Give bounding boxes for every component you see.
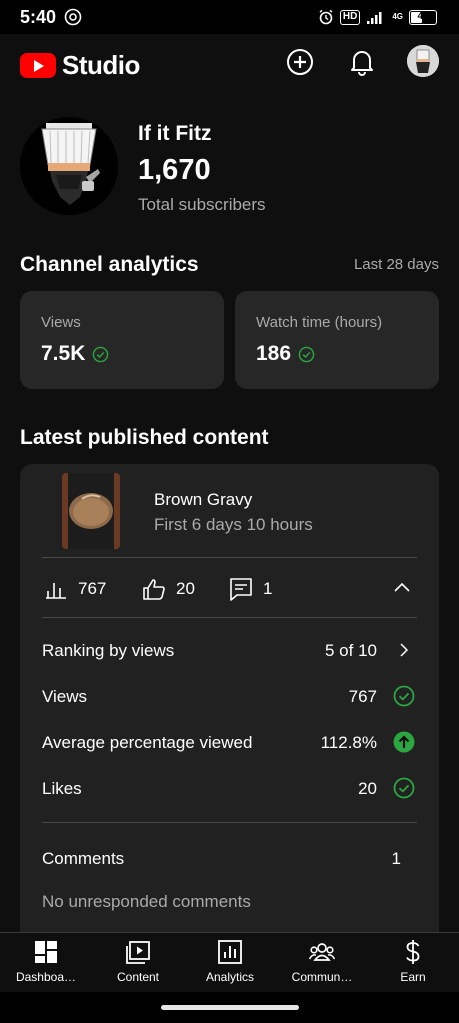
add-circle-icon [287,49,313,75]
video-title[interactable]: Brown Gravy [154,490,252,510]
analytics-range: Last 28 days [353,256,439,273]
divider [42,557,417,558]
battery-level: 42 [417,10,429,22]
video-comments-stat: 1 [229,576,272,602]
likes-row: Likes 20 [42,776,417,802]
arrow-up-circle-icon [393,731,415,753]
comments-label: Comments [42,849,125,868]
comment-icon [230,578,252,601]
views-label: Views [42,687,88,706]
check-circle-icon [393,685,415,707]
thumbs-up-icon [143,579,165,600]
nav-community[interactable]: Commun… [276,939,368,991]
subscriber-label: Total subscribers [138,195,266,214]
nav-analytics-label: Analytics [205,970,255,984]
nav-dashboard[interactable]: Dashboa… [0,939,92,991]
battery-icon: 42 [409,9,437,25]
logo-text: Studio [62,50,140,80]
watch-time-card[interactable]: Watch time (hours) 186 [235,291,439,389]
community-icon [309,943,335,961]
status-icons: HD 4G 42 [318,8,437,26]
check-circle-icon [93,346,109,362]
views-card-label: Views [41,314,81,331]
comments-row[interactable]: Comments 1 [42,846,417,872]
subscriber-count: 1,670 [138,154,211,186]
chevron-right-icon [400,643,409,657]
ranking-value: 5 of 10 [325,641,377,660]
video-likes-stat: 20 [142,576,195,602]
youtube-play-icon [20,53,56,78]
avg-percentage-label: Average percentage viewed [42,733,253,752]
bell-icon [351,51,373,76]
notifications-button[interactable] [346,46,378,78]
status-bar: 5:40 HD 4G 42 [0,0,459,34]
nav-earn-label: Earn [400,970,426,984]
analytics-icon [218,940,242,964]
avg-percentage-value: 112.8% [320,733,377,752]
no-unresponded-comments: No unresponded comments [42,892,251,911]
video-thumbnail[interactable] [62,473,120,549]
signal-icon [367,12,382,24]
likes-value: 20 [358,779,377,798]
divider [42,617,417,618]
network-type: 4G [392,12,403,21]
latest-content-title: Latest published content [20,426,269,449]
earn-icon [406,940,420,964]
nav-content-label: Content [116,970,160,984]
chevron-up-icon[interactable] [392,578,412,598]
ranking-row[interactable]: Ranking by views 5 of 10 [42,638,417,664]
account-avatar[interactable] [407,45,439,77]
status-time: 5:40 [20,7,57,27]
divider [42,822,417,823]
studio-logo[interactable]: Studio [20,50,140,81]
channel-name: If it Fitz [138,122,212,145]
alarm-icon [319,9,333,25]
bar-chart-icon [46,583,66,599]
check-circle-icon [393,777,415,799]
comments-value: 1 [391,849,401,868]
nav-analytics[interactable]: Analytics [184,939,276,991]
nav-content[interactable]: Content [92,939,184,991]
nav-earn[interactable]: Earn [367,939,459,991]
avg-percentage-row: Average percentage viewed 112.8% [42,730,417,756]
video-views-count: 767 [78,579,107,598]
video-period: First 6 days 10 hours [154,515,313,534]
ranking-label: Ranking by views [42,641,175,660]
home-indicator[interactable] [161,1005,299,1010]
video-likes-count: 20 [176,579,195,598]
check-circle-icon [298,346,315,362]
analytics-title: Channel analytics [20,253,199,276]
latest-content-card: Brown Gravy First 6 days 10 hours 767 20… [20,464,439,932]
chef-avatar-icon [20,117,118,215]
watch-time-card-value: 186 [256,342,292,365]
video-comments-count: 1 [263,579,273,598]
app-bar: Studio [0,34,459,90]
bottom-nav: Dashboa… Content Analytics Commun… Earn [0,932,459,992]
channel-avatar[interactable] [20,117,118,215]
nav-community-label: Commun… [291,970,353,984]
views-value: 767 [348,687,377,706]
at-sign-icon [64,8,82,26]
views-card-value: 7.5K [41,342,86,365]
views-row: Views 767 [42,684,417,710]
gravy-thumbnail-image [62,473,120,549]
views-card[interactable]: Views 7.5K [20,291,224,389]
video-views-stat: 767 [46,576,106,602]
hd-badge: HD [339,9,361,25]
create-button[interactable] [284,46,316,78]
chef-avatar-icon [407,45,439,77]
content-icon [126,941,150,964]
likes-label: Likes [42,779,82,798]
nav-dashboard-label: Dashboa… [15,970,77,984]
dashboard-icon [35,941,57,963]
watch-time-card-label: Watch time (hours) [256,314,383,331]
